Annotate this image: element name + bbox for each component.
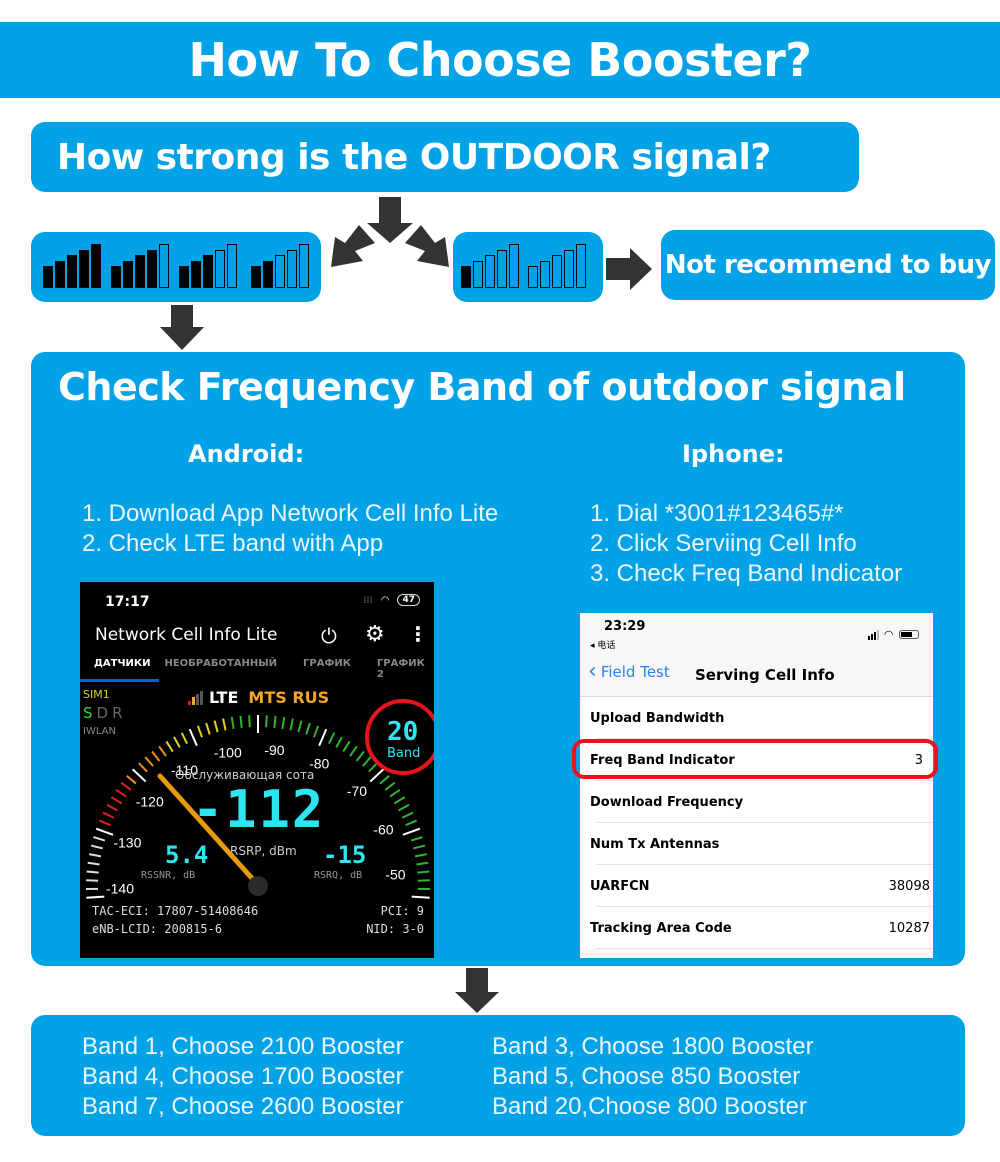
signal-bar (473, 260, 483, 288)
signal-bar (111, 266, 121, 288)
signal-bar (275, 255, 285, 288)
band-mapping-item: Band 4, Choose 1700 Booster (82, 1063, 404, 1090)
signal-bar (191, 260, 201, 288)
signal-bar (135, 255, 145, 288)
android-screenshot: 17:17 ⁞⁞⁞ ◠ 47 Network Cell Info Lite ⏻ … (80, 582, 434, 958)
signal-bar (528, 266, 538, 288)
band-mapping-item: Band 5, Choose 850 Booster (492, 1063, 801, 1090)
question-text: How strong is the OUTDOOR signal? (57, 136, 771, 178)
signal-bar (55, 260, 65, 288)
page-title: How To Choose Booster? (188, 33, 812, 87)
status-time: 23:29 (604, 619, 646, 634)
signal-bar (263, 260, 273, 288)
signal-strength-icon (251, 244, 309, 288)
signal-bar (179, 266, 189, 288)
android-step: 1. Download App Network Cell Info Lite (82, 500, 499, 527)
battery-icon (899, 630, 919, 639)
signal-bar (159, 244, 169, 288)
signal-bar (299, 244, 309, 288)
iphone-step: 2. Click Serviing Cell Info (590, 530, 857, 557)
arrow-down-left-icon (331, 225, 375, 267)
signal-bar (67, 255, 77, 288)
iphone-step: 3. Check Freq Band Indicator (590, 560, 903, 587)
signal-strength-icon (111, 244, 169, 288)
iphone-heading: Iphone: (682, 440, 785, 468)
signal-bar (509, 244, 519, 288)
not-recommend-box: Not recommend to buy (661, 230, 995, 300)
pci: PCI: 9 (380, 904, 424, 918)
tac-eci: TAC-ECI: 17807-51408646 (92, 904, 259, 918)
cellular-signal-icon (867, 629, 879, 640)
nid: NID: 3-0 (366, 922, 424, 936)
band-label: Band (387, 746, 421, 761)
split-arrows-icon (331, 197, 449, 267)
signal-bar (79, 249, 89, 288)
signal-bar (485, 255, 495, 288)
signal-strength-icon (179, 244, 237, 288)
android-steps: 1. Download App Network Cell Info Lite 2… (82, 499, 498, 559)
freq-band-highlight (572, 739, 938, 779)
signal-bar (576, 244, 586, 288)
signal-strength-icon (461, 244, 519, 288)
signal-bar (91, 244, 101, 288)
list-item[interactable]: Tracking Area Code 10287 (580, 907, 933, 949)
weak-signal-box (453, 232, 603, 302)
list-item[interactable]: Num Tx Antennas (580, 823, 933, 865)
android-heading: Android: (188, 440, 305, 468)
strong-signal-box (31, 232, 321, 302)
band-mapping-item: Band 7, Choose 2600 Booster (82, 1093, 404, 1120)
arrow-down-icon (367, 197, 413, 243)
arrow-down-icon (455, 968, 499, 1013)
signal-bar (227, 244, 237, 288)
chevron-left-icon: ‹ (588, 659, 597, 684)
signal-strength-icon (528, 244, 586, 288)
nav-title: Serving Cell Info (695, 666, 835, 684)
arrow-right-icon (606, 248, 652, 290)
signal-bar (461, 266, 471, 288)
band-mapping-item: Band 1, Choose 2100 Booster (82, 1033, 404, 1060)
arrow-down-right-icon (405, 225, 449, 267)
signal-bar (287, 249, 297, 288)
band-mapping-item: Band 20,Choose 800 Booster (492, 1093, 807, 1120)
title-banner: How To Choose Booster? (0, 22, 1000, 98)
enb-lcid: eNB-LCID: 200815-6 (92, 922, 223, 936)
signal-bar (147, 249, 157, 288)
signal-bar (251, 266, 261, 288)
not-recommend-text: Not recommend to buy (664, 250, 992, 280)
wifi-icon: ◠ (884, 628, 893, 641)
check-band-title: Check Frequency Band of outdoor signal (58, 365, 906, 409)
back-to-app[interactable]: ◂ 电话 (590, 638, 615, 651)
list-item[interactable]: UARFCN 38098 (580, 865, 933, 907)
band-mapping-item: Band 3, Choose 1800 Booster (492, 1033, 814, 1060)
signal-bar (540, 260, 550, 288)
gauge-needle (157, 773, 268, 896)
signal-strength-icon (43, 244, 101, 288)
iphone-steps: 1. Dial *3001#123465#* 2. Click Serviing… (590, 499, 902, 589)
band-list-right: Band 3, Choose 1800 Booster Band 5, Choo… (492, 1032, 814, 1122)
list-item[interactable]: Download Frequency (580, 781, 933, 823)
question-box: How strong is the OUTDOOR signal? (31, 122, 859, 192)
signal-bar (564, 249, 574, 288)
signal-bar (123, 260, 133, 288)
signal-bar (497, 249, 507, 288)
iphone-step: 1. Dial *3001#123465#* (590, 500, 844, 527)
iphone-screenshot: 23:29 ◂ 电话 ◠ ‹ Field Test Serving Cell I… (580, 613, 933, 958)
signal-bar (552, 255, 562, 288)
android-step: 2. Check LTE band with App (82, 530, 384, 557)
band-value: 20 (387, 717, 419, 747)
signal-bar (215, 249, 225, 288)
signal-bar (43, 266, 53, 288)
band-list-left: Band 1, Choose 2100 Booster Band 4, Choo… (82, 1032, 404, 1122)
back-button[interactable]: ‹ Field Test (588, 659, 670, 684)
arrow-down-icon (160, 305, 204, 350)
signal-bar (203, 255, 213, 288)
list-item[interactable]: Upload Bandwidth (580, 697, 933, 739)
